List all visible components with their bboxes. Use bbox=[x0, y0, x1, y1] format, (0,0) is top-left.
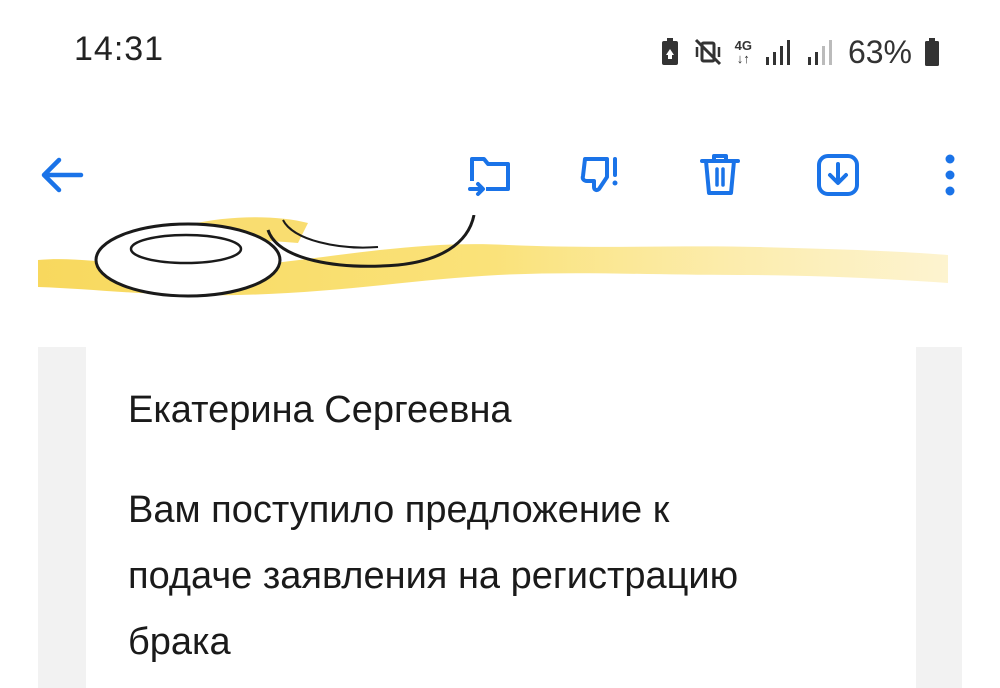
signal-bars-secondary-icon bbox=[807, 40, 832, 65]
recipient-name: Екатерина Сергеевна bbox=[128, 389, 512, 431]
download-button[interactable] bbox=[808, 145, 868, 205]
back-button[interactable] bbox=[32, 145, 92, 205]
vibrate-mute-icon bbox=[694, 38, 721, 66]
message-line: брака bbox=[128, 621, 231, 663]
download-icon bbox=[817, 154, 859, 196]
message-body: Вам поступило предложение к подаче заявл… bbox=[128, 477, 868, 675]
battery-percent: 63% bbox=[847, 33, 912, 70]
card-gutter-right bbox=[916, 347, 962, 688]
message-line: подаче заявления на регистрацию bbox=[128, 555, 739, 597]
spam-thumbs-down-icon bbox=[580, 157, 618, 193]
delete-trash-icon bbox=[700, 154, 740, 195]
email-toolbar bbox=[0, 135, 1000, 215]
network-4g-icon: 4G ↓↑ bbox=[735, 39, 752, 65]
status-bar: 14:31 4G ↓↑ 63% bbox=[0, 0, 1000, 100]
data-arrows-icon: ↓↑ bbox=[736, 51, 750, 66]
back-arrow-icon bbox=[41, 157, 84, 193]
message-line: Вам поступило предложение к bbox=[128, 489, 670, 531]
signal-bars-icon bbox=[765, 40, 790, 65]
spam-button[interactable] bbox=[574, 145, 634, 205]
battery-saver-icon bbox=[661, 38, 678, 65]
card-gutter-left bbox=[38, 347, 86, 688]
email-view-screen: 14:31 4G ↓↑ 63% Екатерина Сергеевна Вам … bbox=[0, 0, 1000, 688]
status-time: 14:31 bbox=[74, 30, 165, 68]
battery-icon bbox=[925, 38, 939, 66]
email-banner-illustration bbox=[38, 215, 962, 305]
move-to-folder-button[interactable] bbox=[460, 145, 520, 205]
move-to-folder-icon bbox=[468, 157, 510, 196]
more-options-button[interactable] bbox=[920, 145, 980, 205]
more-vert-icon bbox=[945, 154, 955, 196]
wedding-rings-illustration bbox=[38, 215, 948, 298]
status-icons: 4G ↓↑ 63% bbox=[659, 30, 940, 74]
message-card: Екатерина Сергеевна Вам поступило предло… bbox=[86, 347, 916, 688]
delete-button[interactable] bbox=[690, 145, 750, 205]
